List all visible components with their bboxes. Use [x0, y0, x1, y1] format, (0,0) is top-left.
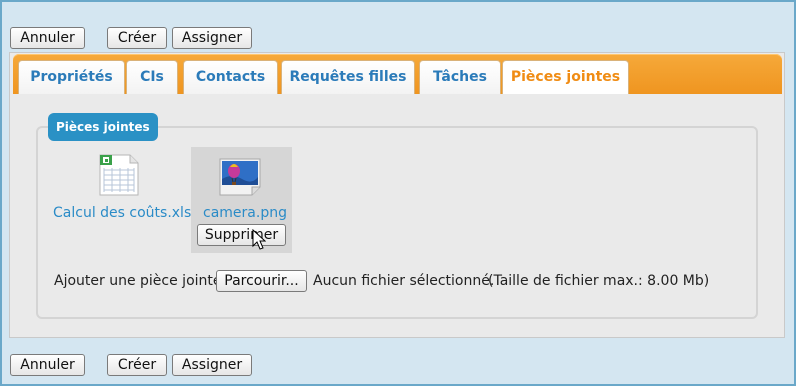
- tab-tasks[interactable]: Tâches: [419, 60, 501, 94]
- image-icon[interactable]: [218, 157, 262, 197]
- spreadsheet-icon[interactable]: [98, 154, 140, 196]
- cancel-button-bottom[interactable]: Annuler: [10, 354, 85, 376]
- browse-button[interactable]: Parcourir...: [216, 270, 307, 292]
- assign-button-top[interactable]: Assigner: [172, 27, 252, 49]
- add-attachment-label: Ajouter une pièce jointe:: [54, 273, 227, 289]
- tab-contacts[interactable]: Contacts: [183, 60, 278, 94]
- assign-button-bottom[interactable]: Assigner: [172, 354, 252, 376]
- attachment-link-spreadsheet[interactable]: Calcul des coûts.xlsx: [53, 205, 200, 221]
- tab-child-requests[interactable]: Requêtes filles: [281, 60, 415, 94]
- cancel-button-top[interactable]: Annuler: [10, 27, 85, 49]
- mouse-cursor-icon: [252, 228, 267, 251]
- delete-attachment-button[interactable]: Supprimer: [197, 224, 286, 246]
- attachments-fieldset: [36, 126, 758, 319]
- attachments-legend: Pièces jointes: [48, 113, 158, 141]
- tab-attachments[interactable]: Pièces jointes: [502, 60, 629, 94]
- tab-bar: Propriétés CIs Contacts Requêtes filles …: [13, 54, 782, 94]
- tab-cis[interactable]: CIs: [126, 60, 178, 94]
- no-file-selected-text: Aucun fichier sélectionné.: [313, 273, 495, 289]
- create-button-bottom[interactable]: Créer: [107, 354, 167, 376]
- max-size-text: (Taille de fichier max.: 8.00 Mb): [488, 273, 710, 289]
- create-button-top[interactable]: Créer: [107, 27, 167, 49]
- attachment-link-image[interactable]: camera.png: [203, 205, 287, 221]
- tab-properties[interactable]: Propriétés: [18, 60, 125, 94]
